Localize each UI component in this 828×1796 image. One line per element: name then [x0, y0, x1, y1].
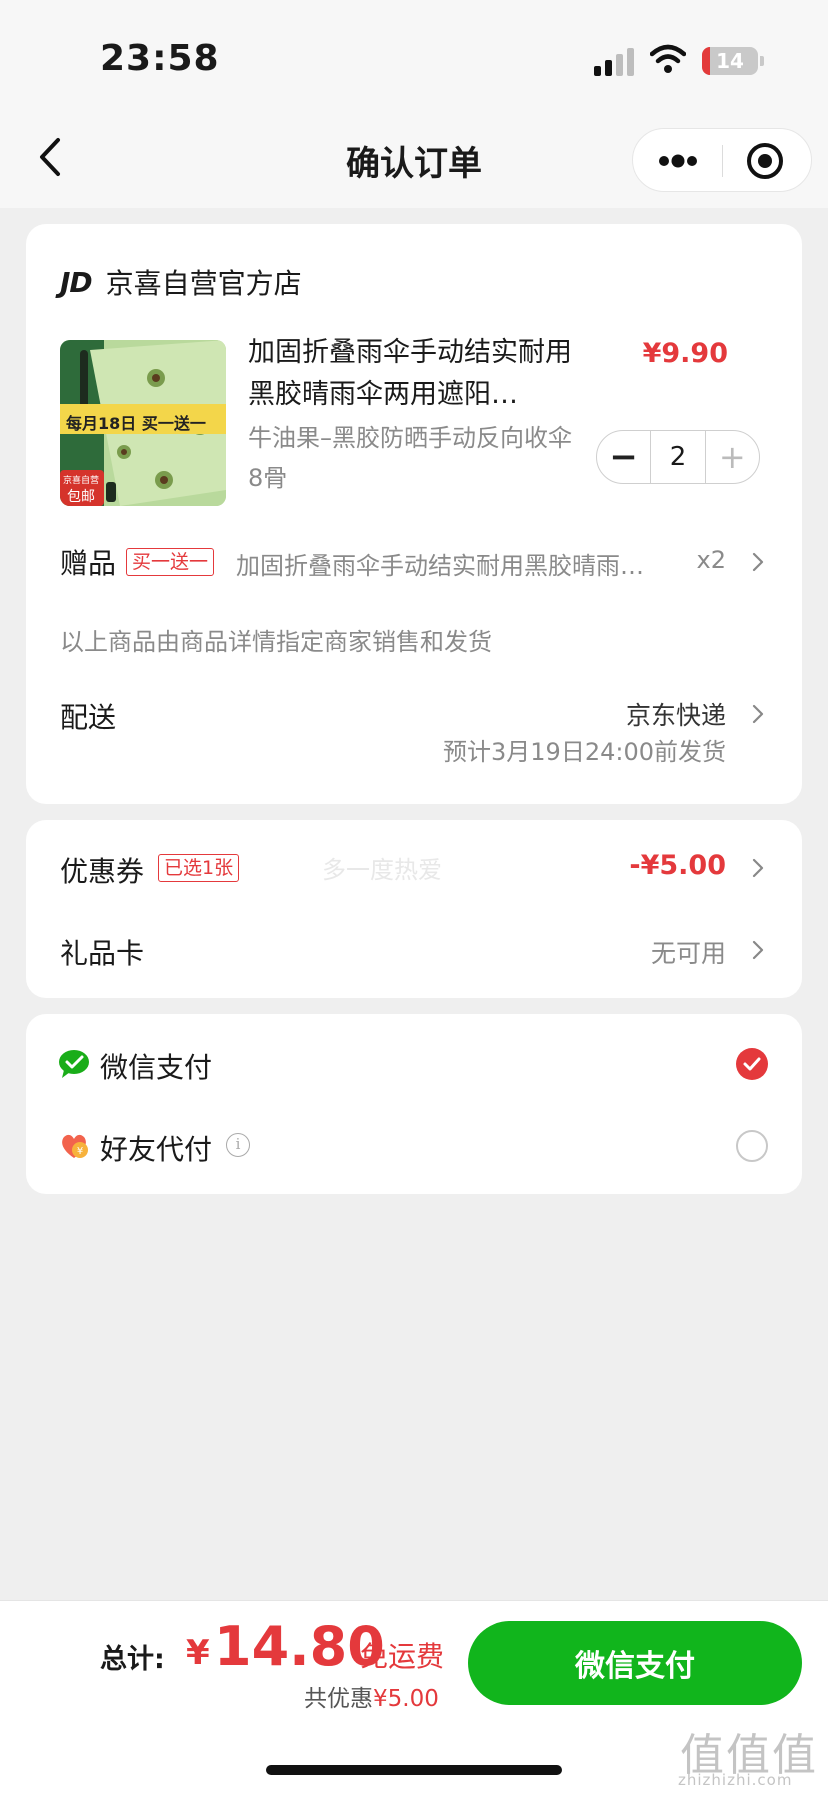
giftcard-label: 礼品卡	[60, 937, 145, 970]
cellular-signal-icon	[594, 48, 634, 76]
wechat-pay-radio-checked[interactable]	[736, 1048, 768, 1080]
total-currency: ¥	[186, 1633, 210, 1673]
jd-logo: JD	[60, 265, 93, 299]
product-price: ¥9.90	[642, 338, 728, 369]
coupon-label: 优惠券	[60, 855, 145, 888]
product-image-badge-bottom: 包邮	[67, 489, 95, 505]
delivery-eta: 预计3月19日24:00前发货	[443, 738, 726, 766]
delivery-chevron-right-icon[interactable]	[750, 702, 766, 726]
nav-bar: 确认订单	[0, 110, 828, 208]
product-image[interactable]: 每月18日 买一送一 京喜自营 包邮	[60, 340, 226, 506]
friend-pay-heart-icon: ¥	[62, 1134, 88, 1158]
gift-description[interactable]: 加固折叠雨伞手动结实耐用黑胶晴雨…	[236, 546, 676, 581]
friend-pay-label: 好友代付	[100, 1133, 213, 1166]
more-dots-icon[interactable]	[653, 145, 703, 177]
free-shipping-label: 免运费	[360, 1640, 445, 1673]
order-items-card: JD 京喜自营官方店 每月18日 买一送一 京喜自营 包邮 加固折叠雨伞手动结实…	[26, 224, 802, 804]
increase-quantity-button[interactable]: +	[706, 431, 759, 483]
decrease-quantity-button[interactable]: −	[597, 431, 650, 483]
savings-prefix: 共优惠	[304, 1686, 373, 1712]
wechat-pay-submit-button[interactable]: 微信支付	[468, 1621, 802, 1705]
close-mini-program-icon[interactable]	[745, 141, 785, 181]
gift-count: x2	[696, 546, 726, 574]
seller-note: 以上商品由商品详情指定商家销售和发货	[60, 628, 492, 656]
wifi-icon	[650, 44, 686, 73]
store-header[interactable]: JD 京喜自营官方店	[60, 262, 302, 302]
gift-promo-tag: 买一送一	[126, 548, 215, 576]
site-watermark-url: zhizhizhi.com	[678, 1771, 793, 1789]
coupon-selected-tag: 已选1张	[158, 854, 240, 882]
mini-program-capsule	[632, 128, 812, 192]
product-name[interactable]: 加固折叠雨伞手动结实耐用黑胶晴雨伞两用遮阳…	[248, 332, 578, 416]
product-image-badge-top: 京喜自营	[63, 476, 100, 486]
gift-label: 赠品	[60, 547, 117, 580]
gift-chevron-right-icon[interactable]	[750, 550, 766, 574]
store-name: 京喜自营官方店	[105, 267, 302, 300]
product-image-banner: 每月18日 买一送一	[66, 414, 206, 433]
giftcard-chevron-right-icon[interactable]	[750, 938, 766, 962]
quantity-value[interactable]: 2	[650, 431, 706, 483]
total-savings: 共优惠¥5.00	[304, 1679, 439, 1713]
coupon-chevron-right-icon[interactable]	[750, 856, 766, 880]
battery-icon: 14	[702, 47, 758, 75]
friend-pay-radio-unchecked[interactable]	[736, 1130, 768, 1162]
checkmark-icon	[743, 1057, 761, 1071]
status-bar: 23:58 14	[0, 0, 828, 110]
capsule-divider	[722, 145, 723, 177]
watermark-text: 多一度热爱	[322, 856, 442, 884]
total-label: 总计:	[100, 1644, 165, 1675]
payment-method-card: 微信支付 ¥ 好友代付 i	[26, 1014, 802, 1194]
coupon-value[interactable]: -¥5.00	[629, 850, 726, 881]
status-time: 23:58	[100, 38, 220, 79]
wechat-pay-icon	[59, 1050, 89, 1078]
svg-text:¥: ¥	[77, 1146, 83, 1157]
savings-amount: ¥5.00	[373, 1686, 439, 1712]
info-icon[interactable]: i	[226, 1133, 250, 1157]
quantity-stepper: − 2 +	[596, 430, 760, 484]
product-spec[interactable]: 牛油果–黑胶防晒手动反向收伞 8骨	[248, 418, 578, 498]
delivery-label: 配送	[60, 701, 117, 734]
battery-tip	[760, 56, 764, 66]
delivery-method[interactable]: 京东快递	[626, 696, 726, 732]
discounts-card: 优惠券 已选1张 多一度热爱 -¥5.00 礼品卡 无可用	[26, 820, 802, 998]
battery-level: 14	[716, 49, 744, 73]
wechat-pay-label: 微信支付	[100, 1051, 213, 1084]
home-indicator	[266, 1765, 562, 1775]
checkout-bar: 总计: ¥ 14.80 免运费 共优惠¥5.00 微信支付 值值值 zhizhi…	[0, 1600, 828, 1796]
giftcard-value[interactable]: 无可用	[651, 934, 726, 970]
